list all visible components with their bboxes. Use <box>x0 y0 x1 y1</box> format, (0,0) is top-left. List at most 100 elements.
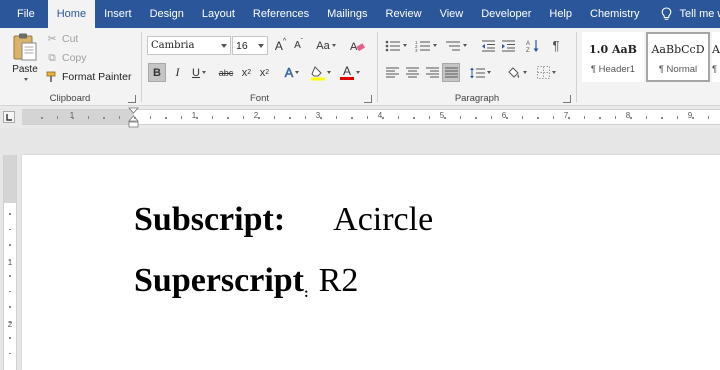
svg-text:Z: Z <box>526 48 530 53</box>
style-next[interactable]: A ¶ <box>712 32 720 82</box>
tab-review[interactable]: Review <box>377 0 431 28</box>
increase-indent-icon <box>501 40 515 51</box>
style-name: ¶ <box>712 63 718 75</box>
subscript-line[interactable]: Subscript: Acircle <box>134 201 433 239</box>
paste-button[interactable]: Paste <box>8 32 42 90</box>
ruler-number: 8 <box>625 111 631 120</box>
sort-button[interactable]: A Z <box>524 36 542 55</box>
strikethrough-label: abc <box>218 67 234 78</box>
cut-label: Cut <box>62 33 79 45</box>
borders-button[interactable] <box>533 63 559 82</box>
ribbon-separator <box>576 32 577 102</box>
subscript-button[interactable]: x2 <box>238 63 255 82</box>
font-color-button[interactable]: A <box>338 63 362 82</box>
increase-indent-button[interactable] <box>499 36 517 55</box>
tab-developer[interactable]: Developer <box>472 0 540 28</box>
tab-layout[interactable]: Layout <box>193 0 244 28</box>
superscript-button[interactable]: x2 <box>256 63 273 82</box>
line-spacing-icon <box>469 67 485 78</box>
clipboard-group: Paste ✂ Cut ⧉ Copy Format Painter Clipbo… <box>0 28 140 106</box>
multilevel-list-button[interactable] <box>443 36 469 55</box>
tab-view[interactable]: View <box>431 0 473 28</box>
strikethrough-button[interactable]: abc <box>216 63 236 82</box>
clipboard-group-label: Clipboard <box>49 93 91 104</box>
tab-chemistry[interactable]: Chemistry <box>581 0 649 28</box>
align-left-button[interactable] <box>383 63 401 82</box>
paste-icon <box>13 33 37 61</box>
font-name-combo[interactable]: Cambria <box>147 36 231 55</box>
grow-font-button[interactable]: A ^ <box>272 36 289 55</box>
change-case-button[interactable]: Aa <box>314 36 338 55</box>
chevron-down-icon <box>201 71 206 74</box>
align-left-icon <box>385 67 399 78</box>
font-group-label: Font <box>249 93 269 104</box>
chevron-down-icon <box>327 71 331 74</box>
font-dialog-launcher-icon[interactable] <box>364 95 372 103</box>
numbering-button[interactable]: 1 2 3 <box>413 36 439 55</box>
tab-insert[interactable]: Insert <box>95 0 141 28</box>
ruler-tick <box>645 116 647 119</box>
copy-icon: ⧉ <box>48 51 56 64</box>
show-formatting-marks-button[interactable]: ¶ <box>547 36 565 55</box>
ruler-tick <box>258 117 260 119</box>
ruler-tick <box>211 116 213 119</box>
tab-selector[interactable] <box>3 111 15 123</box>
shading-button[interactable] <box>503 63 529 82</box>
underline-button[interactable]: U <box>188 63 210 82</box>
chevron-down-icon <box>221 44 227 48</box>
font-size-combo[interactable]: 16 <box>232 36 268 55</box>
ruler-tick <box>413 117 415 119</box>
clipboard-dialog-launcher-icon[interactable] <box>128 95 136 103</box>
shrink-font-button[interactable]: Aˇ <box>290 36 307 55</box>
ruler-tick <box>599 117 601 119</box>
tell-me-label: Tell me wha <box>679 8 720 20</box>
highlight-color-button[interactable] <box>309 63 333 82</box>
cut-button[interactable]: ✂ Cut <box>46 31 79 47</box>
document-page[interactable]: Subscript: Acircle Superscript: R2 <box>22 155 720 370</box>
copy-label: Copy <box>62 52 87 64</box>
ruler-tick <box>568 117 570 119</box>
tab-references[interactable]: References <box>244 0 318 28</box>
ruler-tick <box>9 321 11 323</box>
superscript-digit: 2 <box>265 69 270 76</box>
horizontal-ruler-row: 1 1 2 3 4 5 6 7 8 9 <box>0 106 720 128</box>
decrease-indent-button[interactable] <box>479 36 497 55</box>
horizontal-ruler[interactable]: 1 1 2 3 4 5 6 7 8 9 <box>22 107 720 128</box>
bullets-button[interactable] <box>383 36 409 55</box>
highlighter-icon <box>311 65 325 80</box>
subscript-line-value: Acircle <box>333 201 434 238</box>
shrink-font-icon: A <box>294 40 301 51</box>
clear-formatting-icon: A <box>350 41 365 53</box>
tab-help[interactable]: Help <box>540 0 581 28</box>
chevron-down-icon <box>433 44 437 47</box>
paragraph-dialog-launcher-icon[interactable] <box>563 95 571 103</box>
style-sample: 1.0 AaB <box>589 43 637 56</box>
italic-button[interactable]: I <box>169 63 186 82</box>
ruler-tick <box>676 116 678 119</box>
align-right-button[interactable] <box>423 63 441 82</box>
tab-mailings[interactable]: Mailings <box>318 0 376 28</box>
pilcrow-icon: ¶ <box>552 38 560 53</box>
bold-button[interactable]: B <box>148 63 166 82</box>
align-center-button[interactable] <box>403 63 421 82</box>
clear-formatting-button[interactable]: A <box>348 36 365 55</box>
chevron-down-icon <box>463 44 467 47</box>
vertical-ruler[interactable]: 1 2 <box>3 155 17 370</box>
copy-button[interactable]: ⧉ Copy <box>46 50 87 66</box>
justify-button[interactable] <box>442 63 460 82</box>
text-effects-button[interactable]: A <box>280 63 304 82</box>
tell-me-search[interactable]: Tell me wha <box>649 0 720 28</box>
tab-design[interactable]: Design <box>141 0 193 28</box>
format-painter-button[interactable]: Format Painter <box>46 69 131 85</box>
ruler-number: 1 <box>191 111 197 120</box>
line-spacing-button[interactable] <box>467 63 493 82</box>
style-header1[interactable]: 1.0 AaB ¶ Header1 <box>582 32 644 82</box>
superscript-line[interactable]: Superscript: R2 <box>134 262 358 302</box>
tab-home[interactable]: Home <box>47 0 96 28</box>
style-normal[interactable]: AaBbCcD ¶ Normal <box>646 32 710 82</box>
format-painter-icon <box>46 71 56 82</box>
down-caret-icon: ˇ <box>300 39 303 45</box>
subscript-line-label: Subscript: <box>134 201 286 238</box>
paste-dropdown-icon[interactable] <box>24 78 28 81</box>
tab-file[interactable]: File <box>0 0 48 28</box>
